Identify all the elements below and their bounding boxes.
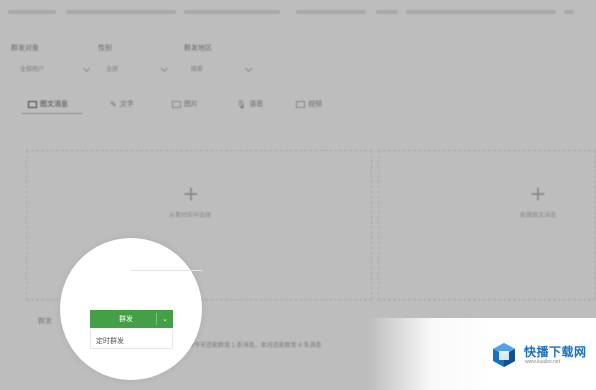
tab-video[interactable]: 视频 [296, 99, 322, 109]
tab-voice[interactable]: 🎙 语音 [236, 99, 263, 109]
send-button-label: 群发 [119, 316, 133, 323]
region-filter-label: 群发地区 [184, 45, 212, 52]
quota-notice: 你今天还能群发 1 条消息，本月还能群发 4 条消息 [188, 343, 322, 349]
tab-image[interactable]: 图片 [172, 99, 198, 109]
gender-filter-select[interactable]: 全部 [106, 64, 118, 73]
tab-label: 文字 [119, 101, 134, 108]
chevron-down-icon [82, 64, 91, 73]
divider [130, 270, 202, 271]
chevron-down-icon [160, 64, 169, 73]
video-icon [296, 100, 305, 108]
watermark-title: 快播下载网 [524, 345, 587, 359]
tab-label: 图文消息 [40, 101, 68, 108]
group-filter-select[interactable]: 全部用户 [20, 64, 44, 73]
tab-label: 视频 [308, 101, 322, 108]
tab-active-indicator [22, 113, 82, 114]
dropdown-item-scheduled-send[interactable]: 定时群发 [96, 336, 124, 346]
region-filter-select[interactable]: 国家 [191, 64, 203, 73]
blurred-notice-bar [8, 4, 588, 20]
tab-label: 语音 [249, 101, 264, 108]
tab-text[interactable]: ✎ 文字 [110, 99, 134, 109]
send-button[interactable]: 群发 ⌄ [90, 310, 173, 328]
tab-news[interactable]: 图文消息 [28, 99, 68, 109]
document-icon [28, 100, 37, 108]
plus-icon: + [530, 179, 546, 209]
select-from-library-caption: 从素材库中选择 [168, 213, 211, 219]
spotlight-magnifier [60, 238, 202, 380]
microphone-icon: 🎙 [236, 99, 247, 109]
gender-filter-label: 性别 [98, 45, 112, 52]
watermark-subtitle: www.kuaibo.net [525, 359, 561, 365]
group-filter-label: 群发对象 [11, 45, 39, 52]
tab-label: 图片 [184, 101, 198, 108]
chevron-down-icon[interactable]: ⌄ [157, 315, 173, 323]
image-icon [172, 100, 181, 108]
send-row-label: 群发 [38, 318, 52, 325]
new-article-card[interactable] [378, 150, 596, 300]
plus-icon: + [183, 179, 199, 209]
chevron-down-icon [244, 64, 253, 73]
pencil-icon: ✎ [110, 99, 117, 109]
new-article-caption: 新建图文消息 [519, 213, 556, 219]
watermark-logo-icon [493, 343, 515, 367]
